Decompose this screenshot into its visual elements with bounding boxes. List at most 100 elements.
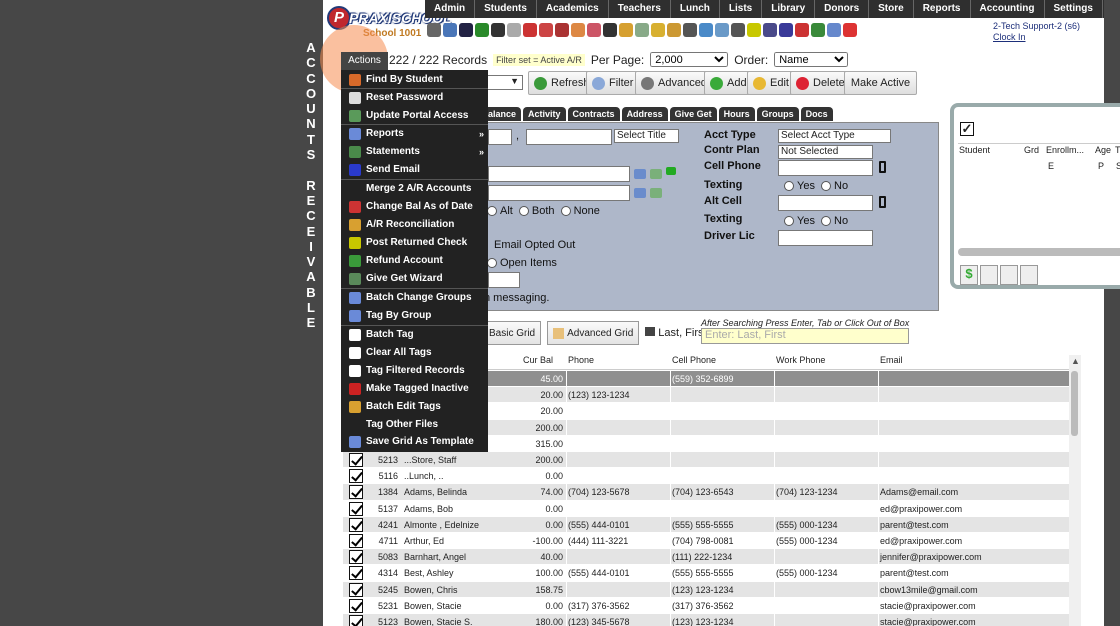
- basic-grid-button[interactable]: Basic Grid: [483, 321, 542, 345]
- acct-type-select[interactable]: Select Acct Type: [778, 129, 891, 143]
- misc-field[interactable]: [488, 272, 520, 288]
- delete-button[interactable]: Delete: [790, 71, 851, 95]
- nav-teachers[interactable]: Teachers: [609, 0, 671, 18]
- alt-send-email-icon[interactable]: [650, 188, 662, 198]
- tab-contracts[interactable]: Contracts: [567, 107, 620, 121]
- title-select[interactable]: Select Title: [614, 129, 679, 143]
- scroll-up-icon[interactable]: ▲: [1071, 356, 1080, 366]
- table-row[interactable]: 4314 Best, Ashley 100.00 (555) 444-0101 (555…: [343, 565, 1069, 582]
- grid-header-phone[interactable]: Phone: [568, 355, 594, 369]
- both-radio[interactable]: [518, 206, 529, 217]
- row-checkbox[interactable]: [349, 566, 363, 581]
- cash-icon[interactable]: [811, 23, 825, 37]
- user-icon[interactable]: [571, 23, 585, 37]
- last-first-toggle[interactable]: Last, First: [645, 327, 707, 339]
- table-row[interactable]: 5137 Adams, Bob 0.00 ed@praxipower.com: [343, 500, 1069, 517]
- menu-item-reset-password[interactable]: Reset Password: [341, 89, 488, 107]
- table-row[interactable]: 5231 Bowen, Stacie 0.00 (317) 376-3562 (317)…: [343, 597, 1069, 614]
- group-icon[interactable]: [980, 265, 998, 285]
- table-row[interactable]: 4241 Almonte , Edelnize 0.00 (555) 444-0101…: [343, 516, 1069, 533]
- panel-horizontal-scrollbar[interactable]: [958, 248, 1120, 256]
- nav-settings[interactable]: Settings: [1045, 0, 1103, 18]
- edit-button[interactable]: Edit: [747, 71, 795, 95]
- menu-item-clear-all-tags[interactable]: Clear All Tags: [341, 344, 488, 362]
- card-icon[interactable]: [619, 23, 633, 37]
- last-name-field[interactable]: [526, 129, 612, 145]
- texting-no-radio[interactable]: [821, 181, 832, 192]
- grid-header-cur-bal[interactable]: Cur Bal: [523, 355, 553, 369]
- alt-cell-field[interactable]: [778, 195, 873, 211]
- table-icon[interactable]: [715, 23, 729, 37]
- bus2-icon[interactable]: [747, 23, 761, 37]
- list-icon[interactable]: [507, 23, 521, 37]
- menu-item-statements[interactable]: Statements »: [341, 143, 488, 161]
- help-icon[interactable]: [827, 23, 841, 37]
- nav-students[interactable]: Students: [475, 0, 537, 18]
- calc-icon[interactable]: [763, 23, 777, 37]
- menu-item-batch-change-groups[interactable]: Batch Change Groups: [341, 289, 488, 307]
- panel-check-all[interactable]: ✓: [960, 122, 974, 136]
- nav-academics[interactable]: Academics: [537, 0, 609, 18]
- money-icon[interactable]: [475, 23, 489, 37]
- first-name-field[interactable]: [488, 129, 512, 145]
- none-radio[interactable]: [560, 206, 571, 217]
- mail-icon[interactable]: [555, 23, 569, 37]
- row-checkbox[interactable]: [349, 469, 363, 484]
- order-select[interactable]: Name: [774, 52, 849, 67]
- account-type-dropdown[interactable]: ▼: [483, 75, 523, 90]
- menu-item-merge-2-a-r-accounts[interactable]: Merge 2 A/R Accounts: [341, 180, 488, 198]
- tag-icon[interactable]: [651, 23, 665, 37]
- power-icon[interactable]: [843, 23, 857, 37]
- alt-texting-no-radio[interactable]: [821, 216, 832, 227]
- contr-plan-select[interactable]: Not Selected: [778, 145, 873, 159]
- table-row[interactable]: 5083 Barnhart, Angel 40.00 (111) 222-1234 je…: [343, 549, 1069, 566]
- nav-ts[interactable]: TS: [1103, 0, 1104, 18]
- alt-radio[interactable]: [487, 206, 497, 217]
- grid-header-email[interactable]: Email: [880, 355, 903, 369]
- table-row[interactable]: 4711 Arthur, Ed -100.00 (444) 111-3221 (704)…: [343, 533, 1069, 550]
- nav-reports[interactable]: Reports: [914, 0, 971, 18]
- menu-item-tag-filtered-records[interactable]: Tag Filtered Records: [341, 362, 488, 380]
- table-row[interactable]: 5123 Bowen, Stacie S. 180.00 (123) 345-5678…: [343, 614, 1069, 626]
- menu-item-find-by-student[interactable]: Find By Student: [341, 71, 488, 89]
- messaging-icon[interactable]: [666, 167, 676, 175]
- row-checkbox[interactable]: [349, 453, 363, 467]
- pdf-icon[interactable]: [795, 23, 809, 37]
- tab-alance[interactable]: alance: [483, 107, 522, 121]
- grid-header-work-phone[interactable]: Work Phone: [776, 355, 825, 369]
- tab-give-get[interactable]: Give Get: [669, 107, 717, 121]
- menu-item-refund-account[interactable]: Refund Account: [341, 252, 488, 270]
- driver-lic-field[interactable]: [778, 230, 873, 246]
- tab-hours[interactable]: Hours: [718, 107, 755, 121]
- grid-icon[interactable]: [443, 23, 457, 37]
- tab-docs[interactable]: Docs: [800, 107, 833, 121]
- panel-header-grd[interactable]: Grd: [1024, 145, 1039, 155]
- per-page-select[interactable]: 2,000: [650, 52, 729, 67]
- row-checkbox[interactable]: [349, 517, 363, 532]
- menu-item-a-r-reconciliation[interactable]: A/R Reconciliation: [341, 216, 488, 234]
- menu-item-make-tagged-inactive[interactable]: Make Tagged Inactive: [341, 380, 488, 398]
- alt-email-field[interactable]: [488, 185, 630, 201]
- bus-icon[interactable]: [603, 23, 617, 37]
- texting-yes-radio[interactable]: [784, 181, 794, 192]
- row-checkbox[interactable]: [349, 550, 363, 565]
- menu-item-change-bal-as-of-date[interactable]: Change Bal As of Date: [341, 198, 488, 216]
- pencil-icon[interactable]: [635, 23, 649, 37]
- forward-icon[interactable]: [667, 23, 681, 37]
- make-active-button[interactable]: Make Active: [844, 71, 917, 95]
- table-row[interactable]: 5213 ...Store, Staff 200.00: [343, 452, 1069, 469]
- menu-item-batch-tag[interactable]: Batch Tag: [341, 326, 488, 344]
- cell-phone-field[interactable]: [778, 160, 873, 176]
- phone-icon[interactable]: [491, 23, 505, 37]
- table-view-icon[interactable]: [1020, 265, 1038, 285]
- tab-groups[interactable]: Groups: [756, 107, 799, 121]
- menu-item-reports[interactable]: Reports »: [341, 125, 488, 143]
- gear-icon[interactable]: [699, 23, 713, 37]
- menu-item-tag-other-files[interactable]: Tag Other Files: [341, 416, 488, 434]
- ap-icon[interactable]: [779, 23, 793, 37]
- tab-address[interactable]: Address: [621, 107, 668, 121]
- menu-item-batch-edit-tags[interactable]: Batch Edit Tags: [341, 398, 488, 416]
- row-checkbox[interactable]: [349, 615, 363, 626]
- megaphone-icon[interactable]: [539, 23, 553, 37]
- menu-item-give-get-wizard[interactable]: Give Get Wizard: [341, 270, 488, 288]
